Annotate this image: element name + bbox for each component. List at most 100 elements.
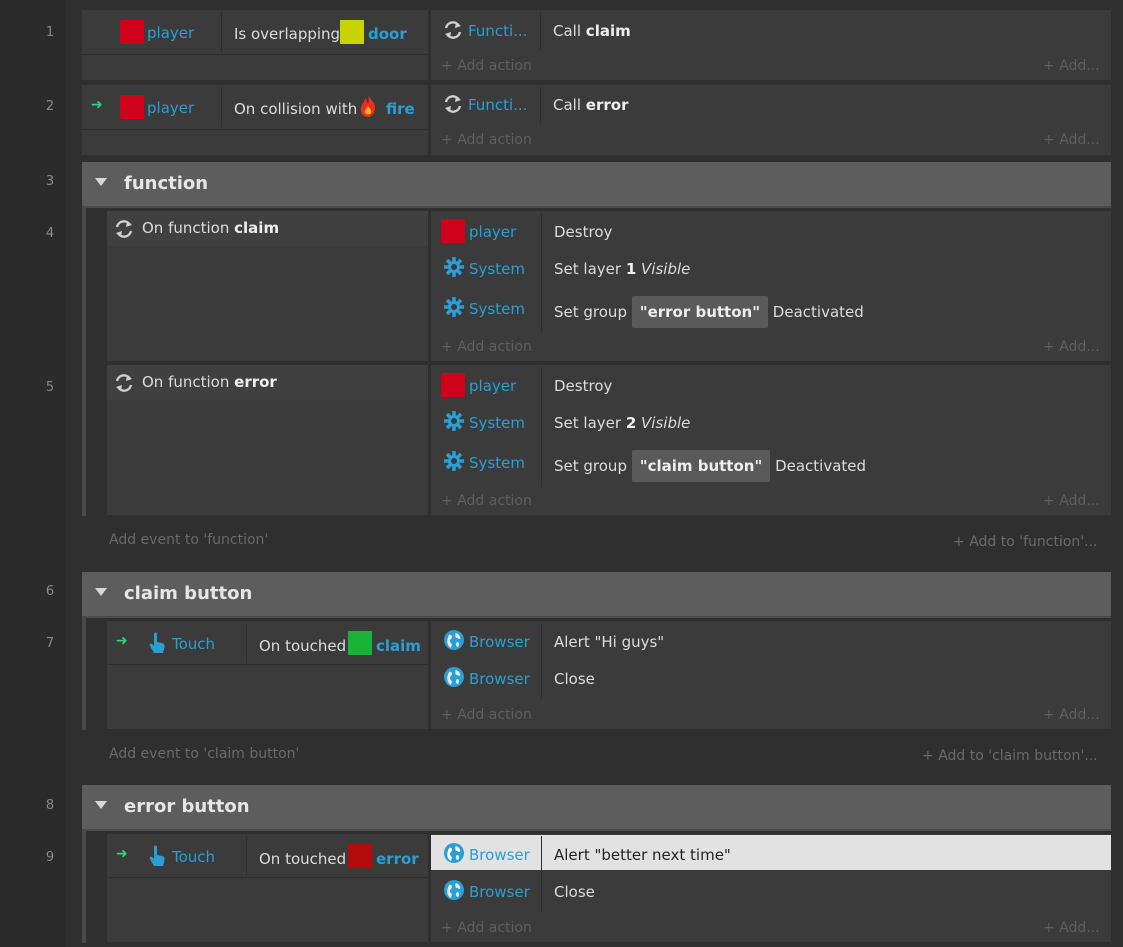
door-sprite-icon <box>340 20 364 44</box>
action-object[interactable]: Browser <box>469 669 530 689</box>
string-chip: "error button" <box>631 296 769 328</box>
action-object[interactable]: System <box>469 259 525 279</box>
action-text[interactable]: Close <box>554 669 595 689</box>
group-header-error-button[interactable]: error button <box>82 785 1111 831</box>
string-chip: "claim button" <box>631 450 771 482</box>
action-text[interactable]: Set group "claim button" Deactivated <box>554 450 866 482</box>
group-indent-bar <box>82 618 86 730</box>
action-object[interactable]: player <box>469 376 516 396</box>
player-sprite-icon <box>441 373 465 397</box>
group-header-function[interactable]: function <box>82 162 1111 208</box>
group-header-claim-button[interactable]: claim button <box>82 572 1111 618</box>
condition-text[interactable]: On touched <box>259 849 346 869</box>
action-text[interactable]: Call error <box>553 95 628 115</box>
condition-object[interactable]: player <box>147 98 194 118</box>
add-action-button[interactable]: + Add action <box>441 705 532 725</box>
condition-object[interactable]: Touch <box>172 634 215 654</box>
group-title: error button <box>124 796 250 817</box>
player-sprite-icon <box>120 95 144 119</box>
condition-text[interactable]: Is overlapping <box>234 24 340 44</box>
system-gear-icon <box>443 256 465 282</box>
add-action-button[interactable]: + Add action <box>441 337 532 357</box>
add-more-button[interactable]: + Add... <box>1043 705 1100 725</box>
condition-text[interactable]: On touched <box>259 636 346 656</box>
action-object[interactable]: System <box>469 413 525 433</box>
action-object[interactable]: player <box>469 222 516 242</box>
add-action-button[interactable]: + Add action <box>441 56 532 76</box>
separator <box>221 12 222 52</box>
system-gear-icon <box>443 450 465 476</box>
system-gear-icon <box>443 410 465 436</box>
action-object[interactable]: System <box>469 299 525 319</box>
action-object[interactable]: Functi... <box>468 21 527 41</box>
action-object[interactable]: System <box>469 453 525 473</box>
condition-target[interactable]: error <box>376 849 419 869</box>
action-object[interactable]: Browser <box>469 845 530 865</box>
trigger-arrow-icon: ➜ <box>116 633 128 649</box>
action-text[interactable]: Close <box>554 882 595 902</box>
globe-icon <box>443 879 465 905</box>
function-loop-icon <box>442 93 464 119</box>
globe-icon <box>443 666 465 692</box>
collapse-triangle-icon[interactable] <box>95 588 107 596</box>
group-title: function <box>124 173 209 194</box>
separator <box>541 213 542 333</box>
touch-hand-icon <box>147 631 167 659</box>
action-text[interactable]: Call claim <box>553 21 631 41</box>
globe-icon <box>443 842 465 868</box>
add-action-button[interactable]: + Add action <box>441 491 532 511</box>
condition-text[interactable]: On function claim <box>142 218 279 238</box>
fire-icon <box>357 94 379 122</box>
add-more-button[interactable]: + Add... <box>1043 918 1100 938</box>
action-text[interactable]: Set group "error button" Deactivated <box>554 296 864 328</box>
function-loop-icon <box>113 218 135 244</box>
event-7-actions[interactable] <box>431 621 1111 729</box>
separator <box>82 129 428 130</box>
action-object[interactable]: Browser <box>469 882 530 902</box>
add-more-button[interactable]: + Add... <box>1043 56 1100 76</box>
action-text[interactable]: Alert "better next time" <box>554 845 731 865</box>
collapse-triangle-icon[interactable] <box>95 801 107 809</box>
action-text[interactable]: Destroy <box>554 222 612 242</box>
add-action-button[interactable]: + Add action <box>441 130 532 150</box>
add-event-to-group-button[interactable]: Add event to 'function' <box>109 530 268 550</box>
add-action-button[interactable]: + Add action <box>441 918 532 938</box>
add-more-button[interactable]: + Add... <box>1043 337 1100 357</box>
separator <box>541 623 542 699</box>
condition-text[interactable]: On function error <box>142 372 277 392</box>
action-text[interactable]: Destroy <box>554 376 612 396</box>
collapse-triangle-icon[interactable] <box>95 178 107 186</box>
add-more-button[interactable]: + Add... <box>1043 130 1100 150</box>
condition-object[interactable]: Touch <box>172 847 215 867</box>
separator <box>541 367 542 487</box>
event-5-actions[interactable] <box>431 365 1111 515</box>
condition-object[interactable]: player <box>147 23 194 43</box>
event-4-actions[interactable] <box>431 211 1111 361</box>
function-loop-icon <box>442 19 464 45</box>
add-event-to-group-button[interactable]: Add event to 'claim button' <box>109 744 299 764</box>
separator <box>246 623 247 663</box>
action-text[interactable]: Set layer 2 Visible <box>554 413 690 433</box>
error-sprite-icon <box>348 844 372 868</box>
event-1-actions[interactable] <box>431 10 1111 80</box>
add-to-group-button[interactable]: + Add to 'claim button'... <box>922 746 1098 766</box>
condition-text[interactable]: On collision with <box>234 99 357 119</box>
add-to-group-button[interactable]: + Add to 'function'... <box>953 532 1097 552</box>
action-object[interactable]: Browser <box>469 632 530 652</box>
separator <box>540 87 541 125</box>
group-indent-bar <box>82 831 86 943</box>
selected-action-row[interactable] <box>431 835 1111 870</box>
system-gear-icon <box>443 296 465 322</box>
add-more-button[interactable]: + Add... <box>1043 491 1100 511</box>
condition-target[interactable]: claim <box>376 636 421 656</box>
action-object[interactable]: Functi... <box>468 95 527 115</box>
group-title: claim button <box>124 583 253 604</box>
action-text[interactable]: Set layer 1 Visible <box>554 259 690 279</box>
action-text[interactable]: Alert "Hi guys" <box>554 632 664 652</box>
separator <box>540 12 541 50</box>
condition-target[interactable]: door <box>368 24 407 44</box>
condition-target[interactable]: fire <box>386 99 415 119</box>
group-indent-bar <box>82 208 86 516</box>
globe-icon <box>443 629 465 655</box>
event-2-actions[interactable] <box>431 85 1111 155</box>
